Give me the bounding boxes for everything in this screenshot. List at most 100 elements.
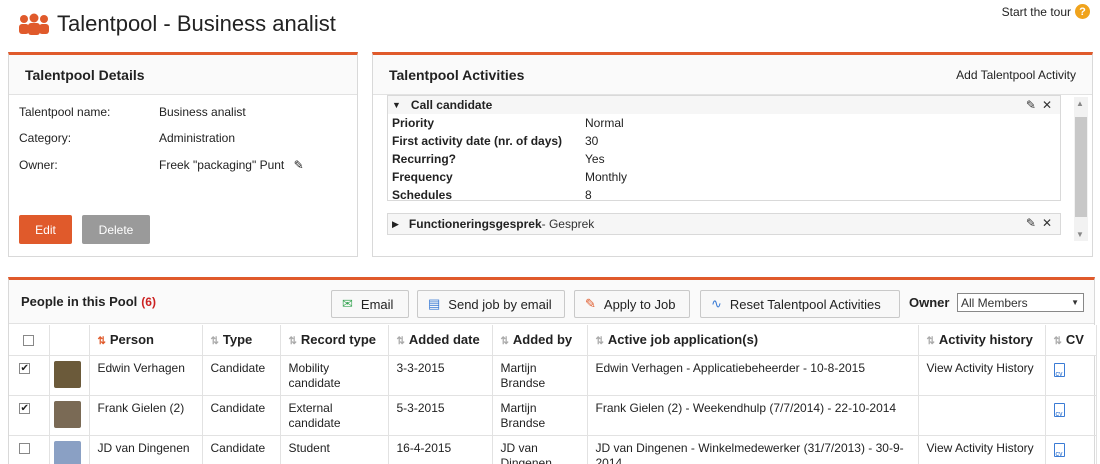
added-by-cell: Martijn Brandse: [492, 355, 588, 396]
owner-select[interactable]: All Members ▼: [957, 293, 1084, 312]
apply-job-button[interactable]: ✎ Apply to Job: [574, 290, 690, 318]
close-icon[interactable]: ✕: [1042, 216, 1052, 230]
edit-button[interactable]: Edit: [19, 215, 72, 244]
col-activity-history[interactable]: ⇅ Activity history: [918, 325, 1046, 356]
edit-pencil-icon[interactable]: ✎: [1026, 98, 1036, 112]
avatar: [53, 360, 81, 388]
col-job-application[interactable]: ⇅ Active job application(s): [587, 325, 919, 356]
person-cell[interactable]: Edwin Verhagen: [89, 355, 203, 396]
col-label: Activity history: [938, 332, 1033, 348]
help-icon[interactable]: ?: [1075, 4, 1090, 19]
added-date-cell: 5-3-2015: [388, 395, 493, 436]
reset-activities-button[interactable]: ∿ Reset Talentpool Activities: [700, 290, 900, 318]
apply-label: Apply to Job: [603, 296, 676, 312]
activity-history-link[interactable]: View Activity History: [918, 355, 1046, 396]
caret-down-icon[interactable]: ▼: [392, 100, 401, 110]
avatar-header: [49, 325, 90, 356]
people-table: ⇅ Person ⇅ Type ⇅ Record type ⇅ Added date ⇅…: [9, 325, 1097, 464]
prop-label: Schedules: [392, 188, 453, 202]
people-title: People in this Pool: [21, 294, 138, 309]
activity-prop: Priority Normal: [392, 114, 1056, 132]
edit-owner-icon[interactable]: ✎: [294, 158, 304, 172]
row-checkbox[interactable]: [19, 442, 31, 454]
select-all-checkbox[interactable]: [23, 335, 35, 347]
activity-actions: ✎ ✕: [1026, 216, 1052, 230]
row-checkbox[interactable]: ✔: [19, 402, 31, 414]
col-label: Added by: [512, 332, 573, 348]
job-application-cell[interactable]: JD van Dingenen - Winkelmedewerker (31/7…: [587, 435, 919, 464]
col-added-date[interactable]: ⇅ Added date: [388, 325, 493, 356]
scrollbar-thumb[interactable]: [1075, 117, 1087, 217]
activity-history-link[interactable]: View Activity History: [918, 435, 1046, 464]
record-type-cell: Mobility candidate: [280, 355, 389, 396]
avatar-cell: [49, 435, 90, 464]
caret-right-icon[interactable]: ▶: [392, 219, 399, 230]
sort-icon: ⇅: [926, 336, 935, 348]
prop-label: Recurring?: [392, 152, 457, 166]
person-cell[interactable]: JD van Dingenen: [89, 435, 203, 464]
row-checkbox[interactable]: ✔: [19, 362, 31, 374]
owner-select-value: All Members: [961, 295, 1028, 310]
detail-row-owner: Owner: Freek "packaging" Punt ✎: [19, 158, 304, 172]
activities-scrollbar[interactable]: ▲ ▼: [1074, 97, 1088, 241]
prop-label: Priority: [392, 116, 435, 130]
cv-document-icon[interactable]: [1053, 442, 1065, 463]
activity-header[interactable]: ▶ Functioneringsgesprek - Gesprek: [388, 214, 1060, 234]
record-type-cell: Student: [280, 435, 389, 464]
record-type-cell: External candidate: [280, 395, 389, 436]
people-count: (6): [141, 294, 156, 309]
activities-title: Talentpool Activities: [389, 66, 525, 83]
envelope-icon: ✉: [342, 296, 353, 311]
col-type[interactable]: ⇅ Type: [202, 325, 281, 356]
document-icon: ▤: [428, 296, 441, 311]
select-all-cell: [9, 325, 50, 356]
job-application-cell[interactable]: Edwin Verhagen - Applicatiebeheerder - 1…: [587, 355, 919, 396]
pencil-icon: ✎: [585, 296, 596, 311]
prop-label: Frequency: [392, 170, 453, 184]
job-application-cell[interactable]: Frank Gielen (2) - Weekendhulp (7/7/2014…: [587, 395, 919, 436]
start-tour-link[interactable]: Start the tour ?: [1002, 4, 1090, 19]
added-date-cell: 16-4-2015: [388, 435, 493, 464]
sort-icon: ⇅: [595, 336, 604, 348]
sort-icon: ⇅: [288, 336, 297, 348]
cv-document-icon[interactable]: [1053, 362, 1065, 383]
col-label: Active job application(s): [607, 332, 759, 348]
table-row[interactable]: ✔ Edwin Verhagen Candidate Mobility cand…: [9, 355, 1097, 396]
activity-header[interactable]: ▼ Call candidate: [388, 96, 1060, 114]
cv-cell: [1045, 355, 1097, 396]
avatar: [53, 400, 81, 428]
scroll-up-icon[interactable]: ▲: [1076, 99, 1084, 108]
detail-row-name: Talentpool name: Business analist: [19, 105, 246, 119]
col-person[interactable]: ⇅ Person: [89, 325, 203, 356]
detail-label: Owner:: [19, 158, 58, 172]
table-header-row: ⇅ Person ⇅ Type ⇅ Record type ⇅ Added date ⇅…: [9, 325, 1097, 356]
person-cell[interactable]: Frank Gielen (2): [89, 395, 203, 436]
send-job-button[interactable]: ▤ Send job by email: [417, 290, 565, 318]
table-row[interactable]: ✔ Frank Gielen (2) Candidate External ca…: [9, 395, 1097, 436]
edit-pencil-icon[interactable]: ✎: [1026, 216, 1036, 230]
talentpool-details-panel: Talentpool Details Talentpool name: Busin…: [8, 52, 358, 257]
col-label: Type: [222, 332, 253, 348]
activity-suffix: - Gesprek: [541, 217, 595, 231]
scroll-down-icon[interactable]: ▼: [1076, 230, 1084, 239]
col-cv[interactable]: ⇅ CV: [1045, 325, 1097, 356]
delete-button[interactable]: Delete: [82, 215, 150, 244]
close-icon[interactable]: ✕: [1042, 98, 1052, 112]
email-button[interactable]: ✉ Email: [331, 290, 409, 318]
table-row[interactable]: JD van Dingenen Candidate Student 16-4-2…: [9, 435, 1097, 464]
cv-cell: [1045, 395, 1097, 436]
col-label: CV: [1065, 332, 1084, 348]
sort-icon: ⇅: [500, 336, 509, 348]
avatar-cell: [49, 355, 90, 396]
detail-label: Category:: [19, 131, 72, 145]
detail-label: Talentpool name:: [19, 105, 111, 119]
activities-list: ▼ Call candidate ✎ ✕ Priority Normal Firs…: [387, 95, 1061, 241]
activity-actions: ✎ ✕: [1026, 98, 1052, 112]
row-select-cell: [9, 435, 50, 464]
col-added-by[interactable]: ⇅ Added by: [492, 325, 588, 356]
col-record-type[interactable]: ⇅ Record type: [280, 325, 389, 356]
add-activity-link[interactable]: Add Talentpool Activity: [956, 68, 1076, 82]
activity-history-link[interactable]: [918, 395, 1046, 436]
cv-document-icon[interactable]: [1053, 402, 1065, 423]
reset-label: Reset Talentpool Activities: [729, 296, 881, 312]
